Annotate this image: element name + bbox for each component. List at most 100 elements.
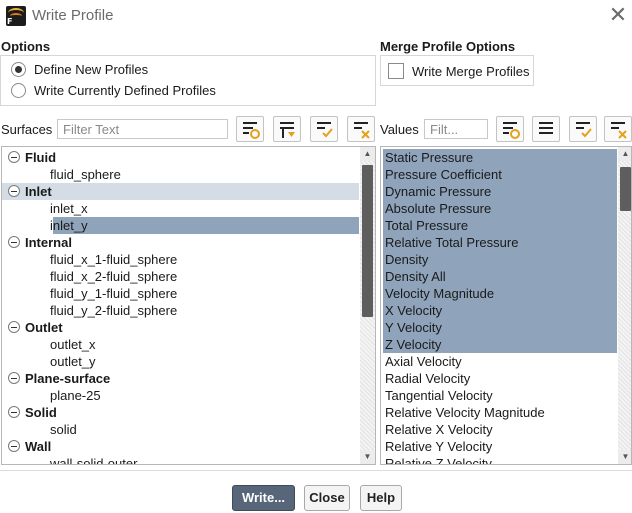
scroll-down-icon[interactable]: ▼ [618,450,631,464]
collapse-icon[interactable] [8,406,20,418]
value-list-item[interactable]: Velocity Magnitude [383,285,617,302]
tree-group-label: Outlet [25,320,63,335]
checkbox-label: Write Merge Profiles [412,63,530,79]
tree-group-label: Inlet [25,184,52,199]
options-group: Define New Profiles Write Currently Defi… [0,55,376,106]
scroll-up-icon[interactable]: ▲ [360,147,375,161]
tree-group-row[interactable]: Inlet [2,183,359,200]
tree-item-label: wall-solid-outer [50,456,138,465]
value-list-item[interactable]: Static Pressure [383,149,617,166]
radio-define-new-profiles[interactable]: Define New Profiles [11,62,148,77]
tree-item-row[interactable]: plane-25 [2,387,359,404]
tree-item-row[interactable]: solid [2,421,359,438]
tree-item-label: fluid_x_1-fluid_sphere [50,252,178,267]
value-list-item[interactable]: Density All [383,268,617,285]
value-list-item[interactable]: Relative X Velocity [383,421,617,438]
tree-group-label: Solid [25,405,57,420]
scroll-up-icon[interactable]: ▲ [618,147,631,161]
values-clear-list-button[interactable] [604,116,632,142]
surfaces-deselect-all-button[interactable] [273,116,301,142]
value-list-item[interactable]: Relative Velocity Magnitude [383,404,617,421]
tree-item-row[interactable]: fluid_y_1-fluid_sphere [2,285,359,302]
value-list-item[interactable]: Relative Z Velocity [383,455,617,464]
tree-item-row[interactable]: fluid_sphere [2,166,359,183]
radio-label: Define New Profiles [34,62,149,77]
deselect-all-icon [539,122,553,134]
value-list-item[interactable]: Density [383,251,617,268]
surfaces-tree[interactable]: Fluid fluid_sphere Inlet inlet_x inlet_y Inte… [1,146,376,465]
radio-write-current-profiles[interactable]: Write Currently Defined Profiles [11,83,216,98]
tree-group-row[interactable]: Fluid [2,149,359,166]
collapse-icon[interactable] [8,440,20,452]
tree-item-label: outlet_x [50,337,96,352]
tree-item-row[interactable]: fluid_x_1-fluid_sphere [2,251,359,268]
tree-item-row[interactable]: fluid_y_2-fluid_sphere [2,302,359,319]
values-select-all-button[interactable] [496,116,524,142]
tree-item-label: fluid_sphere [50,167,121,182]
checkbox[interactable] [388,63,404,79]
select-all-icon [503,122,520,139]
value-list-item[interactable]: X Velocity [383,302,617,319]
help-button[interactable]: Help [360,485,402,511]
tree-item-row[interactable]: outlet_y [2,353,359,370]
tree-item-row[interactable]: inlet_x [2,200,359,217]
tree-item-row[interactable]: wall-solid-outer [2,455,359,465]
surfaces-clear-list-button[interactable] [347,116,375,142]
tree-item-label: solid [50,422,77,437]
tree-group-row[interactable]: Solid [2,404,359,421]
values-deselect-all-button[interactable] [532,116,560,142]
collapse-icon[interactable] [8,185,20,197]
tree-group-row[interactable]: Wall [2,438,359,455]
value-list-item[interactable]: Total Pressure [383,217,617,234]
radio-button[interactable] [11,62,26,77]
value-list-item[interactable]: Axial Velocity [383,353,617,370]
collapse-icon[interactable] [8,372,20,384]
tree-item-label: outlet_y [50,354,96,369]
values-scrollbar[interactable]: ▲ ▼ [618,147,631,464]
tree-group-label: Plane-surface [25,371,111,386]
clear-list-icon [611,122,627,139]
value-list-item[interactable]: Relative Y Velocity [383,438,617,455]
value-list-item[interactable]: Tangential Velocity [383,387,617,404]
value-list-item[interactable]: Relative Total Pressure [383,234,617,251]
tree-item-row[interactable]: inlet_y [2,217,359,234]
tree-group-label: Wall [25,439,52,454]
collapse-icon[interactable] [8,151,20,163]
surfaces-label: Surfaces [1,122,53,137]
collapse-icon[interactable] [8,236,20,248]
tree-item-row[interactable]: outlet_x [2,336,359,353]
write-merge-profiles-checkbox[interactable]: Write Merge Profiles [388,63,530,79]
scroll-thumb[interactable] [620,167,631,211]
collapse-icon[interactable] [8,321,20,333]
surfaces-filter-input[interactable] [57,119,228,139]
surfaces-scrollbar[interactable]: ▲ ▼ [360,147,375,464]
fluent-app-icon: F [6,6,26,26]
values-filter-input[interactable] [424,119,488,139]
value-list-item[interactable]: Z Velocity [383,336,617,353]
values-list[interactable]: Static Pressure Pressure Coefficient Dynam… [380,146,632,465]
value-list-item[interactable]: Dynamic Pressure [383,183,617,200]
scroll-thumb[interactable] [362,165,373,317]
tree-item-row[interactable]: fluid_x_2-fluid_sphere [2,268,359,285]
check-list-icon [576,122,592,138]
tree-group-label: Fluid [25,150,57,165]
values-check-list-button[interactable] [569,116,597,142]
write-button[interactable]: Write... [232,485,295,511]
surfaces-select-all-button[interactable] [236,116,264,142]
value-list-item[interactable]: Absolute Pressure [383,200,617,217]
value-list-item[interactable]: Pressure Coefficient [383,166,617,183]
merge-options-group: Write Merge Profiles [380,55,534,86]
value-list-item[interactable]: Y Velocity [383,319,617,336]
value-list-item[interactable]: Radial Velocity [383,370,617,387]
tree-group-row[interactable]: Plane-surface [2,370,359,387]
deselect-all-icon [280,122,295,138]
scroll-down-icon[interactable]: ▼ [360,450,375,464]
tree-group-row[interactable]: Outlet [2,319,359,336]
close-icon[interactable]: ✕ [606,4,630,28]
close-button[interactable]: Close [304,485,350,511]
surfaces-check-list-button[interactable] [310,116,338,142]
radio-button[interactable] [11,83,26,98]
tree-item-label: plane-25 [50,388,101,403]
tree-group-row[interactable]: Internal [2,234,359,251]
title-bar: F Write Profile ✕ [0,0,632,32]
